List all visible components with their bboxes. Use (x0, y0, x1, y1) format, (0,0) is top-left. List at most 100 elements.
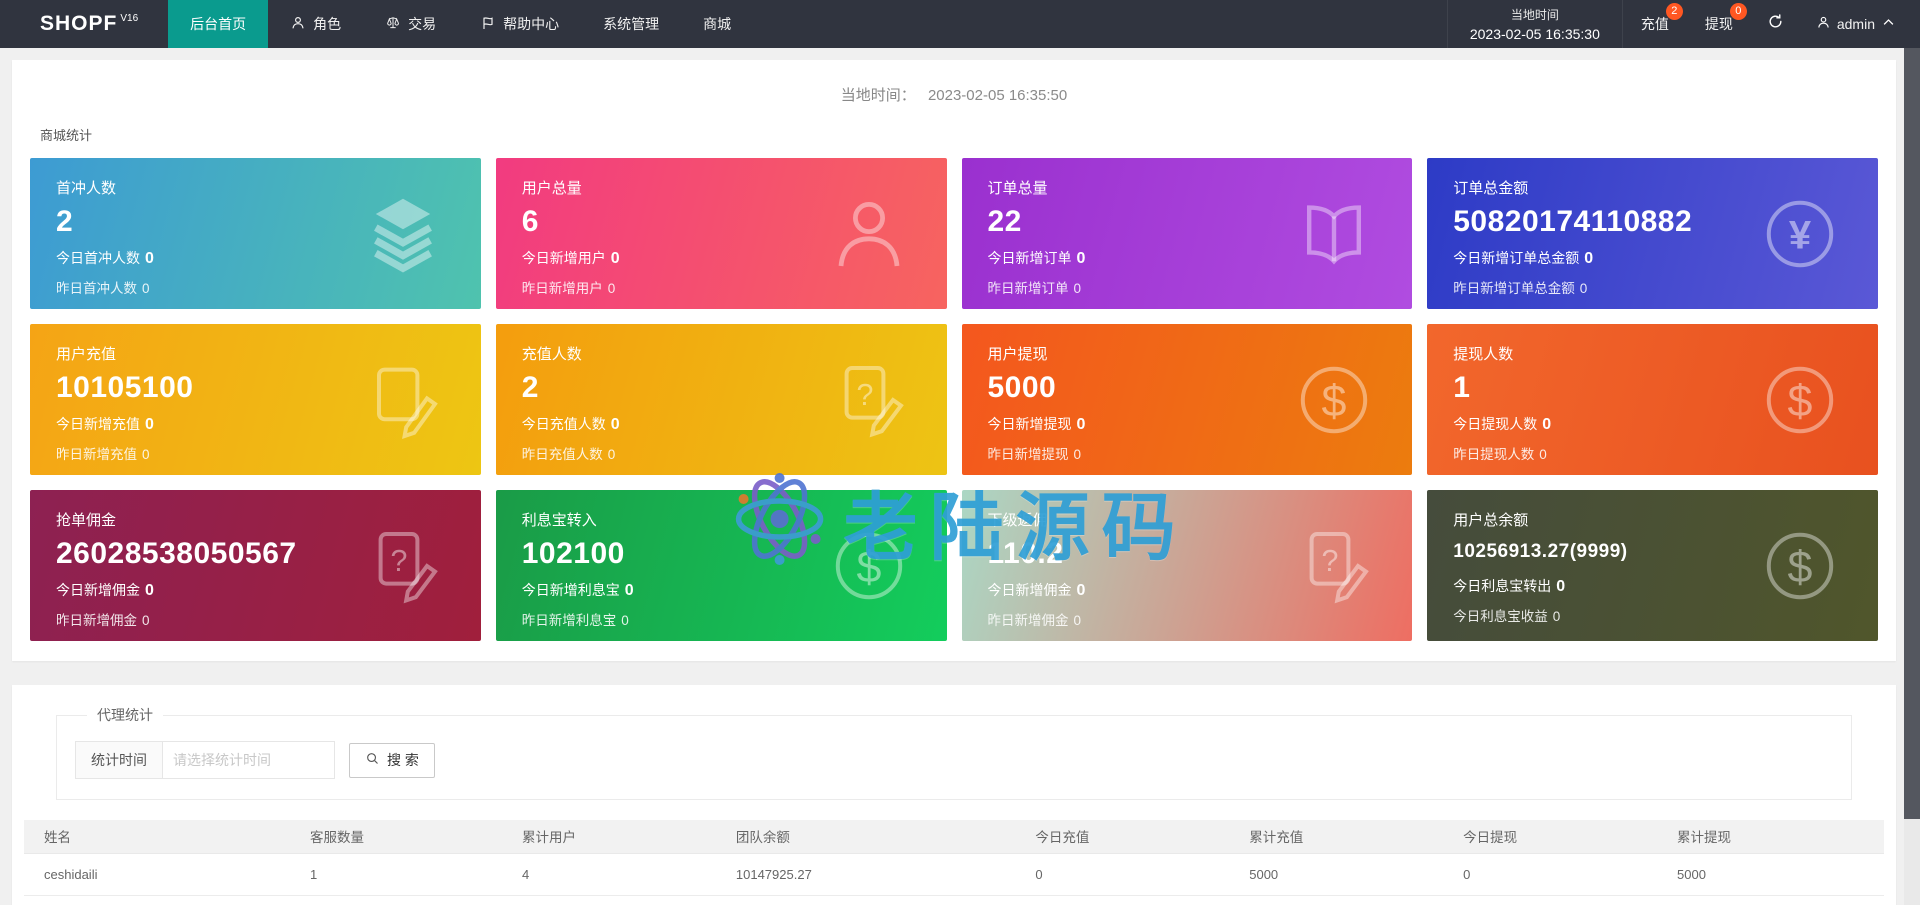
agent-stats-panel: 代理统计 统计时间 搜 索 姓名客服数量累计用户团队余额今日 (12, 685, 1896, 905)
refresh-icon (1767, 13, 1784, 35)
local-time-display: 当地时间： 2023-02-05 16:35:50 (30, 74, 1878, 125)
dollar-circle-icon: $ (1294, 360, 1374, 440)
stat-cards-grid: 首冲人数 2 今日首冲人数 0 昨日首冲人数 0 用户总量 6 今日新增用户 0 昨日新增用户 0 订单… (30, 158, 1878, 641)
search-button-label: 搜 索 (387, 752, 419, 768)
stat-card-user-withdraw: 用户提现 5000 今日新增提现 0 昨日新增提现 0 $ (961, 324, 1413, 475)
svg-text:$: $ (1322, 376, 1347, 426)
shop-stats-title: 商城统计 (40, 128, 93, 143)
withdraw-nav-label: 提现 (1704, 16, 1733, 32)
scrollbar-thumb[interactable] (1904, 48, 1920, 820)
table-cell: 0 (1443, 853, 1658, 896)
stat-card-yesterday: 昨日新增佣金 0 (987, 613, 1082, 628)
user-icon (290, 15, 306, 34)
refresh-button[interactable] (1751, 0, 1800, 48)
stat-time-input[interactable] (163, 741, 335, 779)
stat-card-yesterday: 今日利息宝收益 0 (1453, 609, 1561, 624)
stat-card-withdraw-users: 提现人数 1 今日提现人数 0 昨日提现人数 0 $ (1427, 324, 1878, 475)
dollar-circle-icon: $ (1760, 526, 1840, 606)
stat-card-yesterday: 昨日新增利息宝 0 (521, 613, 629, 628)
question-edit-icon: ? (363, 526, 443, 606)
menu-item-mall[interactable]: 商城 (681, 0, 753, 48)
withdraw-badge: 0 (1729, 3, 1747, 20)
table-cell: 0 (1229, 895, 1444, 905)
menu-item-label: 系统管理 (603, 16, 660, 32)
stat-card-yesterday: 昨日新增充值 0 (56, 447, 150, 462)
withdraw-nav-button[interactable]: 提现 0 (1687, 0, 1751, 48)
table-cell: 5000 (1657, 853, 1884, 896)
menu-item-label: 角色 (313, 16, 342, 32)
table-cell: 0 (1015, 895, 1230, 905)
chevron-up-icon (1881, 15, 1896, 33)
menu-item-system[interactable]: 系统管理 (581, 0, 681, 48)
agent-table: 姓名 客服数量 累计用户 团队余额 今日充值 累计充值 今日提现 累计提现 ceshidail… (24, 820, 1884, 905)
column-header: 累计充值 (1229, 820, 1444, 854)
table-cell: ceshidalili2 (24, 895, 290, 905)
svg-text:$: $ (1788, 376, 1813, 426)
column-header: 累计提现 (1657, 820, 1884, 854)
menu-item-label: 商城 (703, 16, 732, 32)
recharge-nav-label: 充值 (1640, 16, 1669, 32)
note-edit-icon (363, 360, 443, 440)
table-cell: 10147925.27 (715, 853, 1016, 896)
app-logo-text: SHOPF (40, 12, 118, 35)
app-logo: SHOPF V16 (0, 0, 168, 48)
menu-item-help[interactable]: 帮助中心 (458, 0, 581, 48)
stat-card-yesterday: 昨日新增提现 0 (987, 447, 1082, 462)
stat-card-yesterday: 昨日新增订单总金额 0 (1453, 281, 1588, 296)
stat-card-user-recharge: 用户充值 10105100 今日新增充值 0 昨日新增充值 0 (30, 324, 481, 475)
stat-card-interest-transfer-in: 利息宝转入 102100 今日新增利息宝 0 昨日新增利息宝 0 $ (495, 490, 947, 641)
menu-item-trade[interactable]: 交易 (363, 0, 458, 48)
svg-text:?: ? (1322, 543, 1339, 577)
question-edit-icon: ? (1294, 526, 1374, 606)
local-time-value: 2023-02-05 16:35:30 (1469, 26, 1600, 42)
main-content: 当地时间： 2023-02-05 16:35:50 商城统计 首冲人数 2 今日首冲… (0, 48, 1920, 905)
column-header: 团队余额 (715, 820, 1016, 854)
stat-card-recharge-users: 充值人数 2 今日充值人数 0 昨日充值人数 0? (495, 324, 947, 475)
navbar-local-time: 当地时间 2023-02-05 16:35:30 (1446, 0, 1623, 48)
main-menu: 后台首页 角色 交易 帮助中心 系统管理 商城 (168, 0, 753, 48)
stat-card-subordinate-rebate: 下级返佣 110.2 今日新增佣金 0 昨日新增佣金 0? (961, 490, 1413, 641)
menu-item-role[interactable]: 角色 (268, 0, 363, 48)
user-big-icon (829, 194, 909, 274)
user-name: admin (1836, 16, 1875, 32)
stat-card-yesterday: 昨日新增订单 0 (987, 281, 1082, 296)
table-cell: 5000 (1229, 853, 1444, 896)
stat-card-total-users: 用户总量 6 今日新增用户 0 昨日新增用户 0 (495, 158, 947, 309)
question-edit-icon: ? (829, 360, 909, 440)
stat-card-total-order-amount: 订单总金额 50820174110882 今日新增订单总金额 0 昨日新增订单总金额 0 ¥ (1427, 158, 1878, 309)
local-time-display-value: 2023-02-05 16:35:50 (927, 87, 1068, 104)
recharge-nav-button[interactable]: 充值 2 (1623, 0, 1687, 48)
column-header: 姓名 (24, 820, 290, 854)
column-header: 今日充值 (1015, 820, 1230, 854)
svg-text:¥: ¥ (1789, 213, 1812, 257)
column-header: 今日提现 (1443, 820, 1658, 854)
page-scrollbar[interactable] (1904, 48, 1920, 905)
table-cell: 0 (1443, 895, 1658, 905)
menu-item-label: 后台首页 (190, 16, 247, 32)
stat-card-yesterday: 昨日首冲人数 0 (56, 281, 150, 296)
table-cell: 0 (715, 895, 1016, 905)
table-cell: 0 (289, 895, 502, 905)
local-time-display-label: 当地时间： (840, 87, 916, 104)
stat-card-total-orders: 订单总量 22 今日新增订单 0 昨日新增订单 0 (961, 158, 1413, 309)
stat-card-yesterday: 昨日新增用户 0 (521, 281, 616, 296)
table-cell: 4 (502, 853, 716, 896)
search-button[interactable]: 搜 索 (349, 742, 435, 778)
agent-stats-title: 代理统计 (97, 707, 153, 723)
agent-table-body: ceshidaili1410147925.270500005000ceshida… (24, 853, 1884, 905)
layers-icon (363, 194, 443, 274)
menu-item-home[interactable]: 后台首页 (168, 0, 269, 48)
table-cell: 1 (289, 853, 502, 896)
yen-circle-icon: ¥ (1760, 194, 1840, 274)
column-header: 累计用户 (502, 820, 716, 854)
stat-card-order-commission: 抢单佣金 26028538050567 今日新增佣金 0 昨日新增佣金 0? (30, 490, 481, 641)
agent-stats-fieldset: 代理统计 统计时间 搜 索 (56, 705, 1852, 800)
stat-card-total-user-balance: 用户总余额 10256913.27(9999) 今日利息宝转出 0 今日利息宝收益 0 $ (1427, 490, 1878, 641)
user-menu[interactable]: admin (1800, 0, 1920, 48)
scales-icon (385, 15, 401, 34)
stat-card-yesterday: 昨日新增佣金 0 (56, 613, 150, 628)
stat-card-first-recharge-users: 首冲人数 2 今日首冲人数 0 昨日首冲人数 0 (30, 158, 481, 309)
menu-item-label: 帮助中心 (503, 16, 560, 32)
stat-card-yesterday: 昨日充值人数 0 (521, 447, 616, 462)
svg-text:?: ? (856, 377, 873, 411)
